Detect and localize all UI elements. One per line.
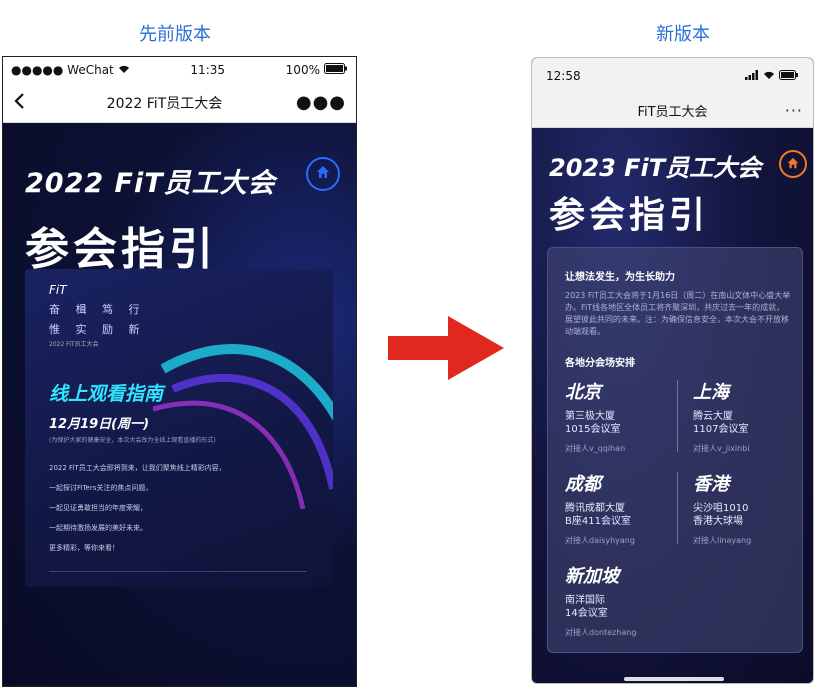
home-button[interactable]	[306, 157, 340, 191]
event-note: (为保护大家的健康安全，本次大会改为全线上观看直播的形式)	[49, 437, 216, 444]
battery-icon	[323, 63, 348, 77]
home-indicator[interactable]	[624, 677, 724, 681]
venue-address: 南洋国际 14会议室	[565, 594, 715, 620]
venue-address-line: 尖沙咀1010	[693, 503, 749, 514]
more-menu-icon[interactable]: ···	[785, 101, 803, 120]
status-bar: ●●●●● WeChat 11:35 100%	[3, 57, 356, 83]
divider	[49, 571, 307, 572]
old-page-body: 2022 FiT员工大会 参会指引 FiT 奋 楫 笃 行 惟 实 励 新 20…	[3, 123, 356, 686]
back-chevron-icon[interactable]	[13, 91, 33, 115]
venue-beijing: 北京 第三极大厦 1015会议室 对接人v_qqihan	[565, 378, 675, 454]
previous-version-phone: ●●●●● WeChat 11:35 100% 2022 FiT员工大会 ●●●…	[2, 56, 357, 687]
card-text-line: 更多精彩，等你来看！	[49, 544, 119, 552]
venue-name: 上海	[693, 382, 729, 403]
venue-address-line: 14会议室	[565, 608, 608, 619]
venue-singapore: 新加坡 南洋国际 14会议室 对接人dontezhang	[565, 562, 715, 638]
venue-address-line: 南洋国际	[565, 595, 605, 606]
info-card: 让想法发生，为生长助力 2023 FiT员工大会将于1月16日（周二）在南山文体…	[547, 247, 803, 653]
wifi-icon	[118, 63, 130, 77]
wifi-icon	[763, 69, 775, 83]
venue-address: 尖沙咀1010 香港大球場	[693, 502, 803, 528]
venue-address-line: B座411会议室	[565, 516, 631, 527]
nav-bar: 2022 FiT员工大会 ●●●	[3, 83, 356, 123]
venue-address-line: 腾讯成都大厦	[565, 503, 625, 514]
venue-name: 成都	[565, 474, 601, 495]
status-time: 12:58	[546, 69, 581, 83]
card-text-line: 一起探讨FiTers关注的焦点问题，	[49, 484, 153, 492]
fit-logo-text: FiT	[49, 283, 67, 297]
guide-title: 参会指引	[549, 195, 710, 236]
signal-icon	[745, 69, 759, 83]
venue-contact: 对接人daisyhyang	[565, 536, 635, 545]
venue-address: 腾讯成都大厦 B座411会议室	[565, 502, 675, 528]
card-text-line: 一起期待激扬发展的美好未来。	[49, 524, 147, 532]
carrier-label: ●●●●● WeChat	[11, 63, 114, 77]
venue-address-line: 1107会议室	[693, 424, 749, 435]
event-date: 12月19日(周一)	[49, 417, 150, 432]
divider	[677, 472, 678, 544]
event-small-label: 2022 FiT员工大会	[49, 341, 99, 348]
battery-percent: 100%	[285, 63, 320, 77]
venue-name: 香港	[693, 474, 729, 495]
status-time: 11:35	[190, 63, 226, 77]
venue-address: 腾云大厦 1107会议室	[693, 410, 803, 436]
caption-previous-version: 先前版本	[139, 24, 211, 45]
nav-title: 2022 FiT员工大会	[106, 95, 223, 112]
venue-contact: 对接人linayang	[693, 536, 752, 545]
slogan-line-1: 奋 楫 笃 行	[49, 303, 146, 316]
nav-bar: FiT员工大会 ···	[532, 94, 813, 128]
status-bar: 12:58	[532, 58, 813, 94]
comparison-page: 先前版本 新版本 ●●●●● WeChat 11:35 100% 2022 Fi…	[0, 0, 819, 687]
venue-address-line: 腾云大厦	[693, 411, 733, 422]
card-text-line: 2022 FiT员工大会即将到来，让我们聚焦线上精彩内容，	[49, 464, 226, 472]
battery-icon	[779, 69, 799, 83]
poster-card: FiT 奋 楫 笃 行 惟 实 励 新 2022 FiT员工大会 线上观看指南 …	[25, 269, 333, 587]
venue-contact: 对接人v_qqihan	[565, 444, 626, 453]
guide-title: 参会指引	[25, 224, 217, 275]
venue-shanghai: 上海 腾云大厦 1107会议室 对接人v_jixinbi	[693, 378, 803, 454]
right-arrow-icon	[388, 316, 504, 380]
event-title: 2022 FiT员工大会	[25, 168, 276, 199]
new-version-phone: 12:58 FiT员工大会 ··· 2023 FiT员工大会 参会指引 让想法发…	[531, 57, 814, 684]
home-button[interactable]	[779, 150, 807, 178]
venue-address-line: 香港大球場	[693, 516, 743, 527]
card-text-line: 一起见证勇敢担当的年度荣耀，	[49, 504, 147, 512]
venue-address-line: 第三极大厦	[565, 411, 615, 422]
venue-chengdu: 成都 腾讯成都大厦 B座411会议室 对接人daisyhyang	[565, 470, 675, 546]
nav-title: FiT员工大会	[637, 105, 708, 120]
venue-contact: 对接人v_jixinbi	[693, 444, 750, 453]
event-title: 2023 FiT员工大会	[549, 154, 762, 182]
new-page-body: 2023 FiT员工大会 参会指引 让想法发生，为生长助力 2023 FiT员工…	[532, 128, 813, 683]
venues-heading: 各地分会场安排	[565, 358, 635, 369]
slogan-line-2: 惟 实 励 新	[49, 323, 146, 336]
venue-hongkong: 香港 尖沙咀1010 香港大球場 对接人linayang	[693, 470, 803, 546]
card-heading: 让想法发生，为生长助力	[565, 272, 675, 283]
venue-name: 新加坡	[565, 566, 619, 587]
venue-address: 第三极大厦 1015会议室	[565, 410, 675, 436]
venue-contact: 对接人dontezhang	[565, 628, 637, 637]
venue-name: 北京	[565, 382, 601, 403]
decorative-swirl	[153, 344, 333, 509]
home-icon	[786, 155, 800, 174]
caption-new-version: 新版本	[656, 24, 710, 45]
online-guide-heading: 线上观看指南	[49, 383, 164, 405]
card-intro: 2023 FiT员工大会将于1月16日（周二）在南山文体中心盛大举办。FiT线各…	[565, 291, 791, 336]
divider	[677, 380, 678, 452]
more-menu-icon[interactable]: ●●●	[296, 92, 346, 113]
venue-address-line: 1015会议室	[565, 424, 621, 435]
home-icon	[315, 164, 331, 184]
